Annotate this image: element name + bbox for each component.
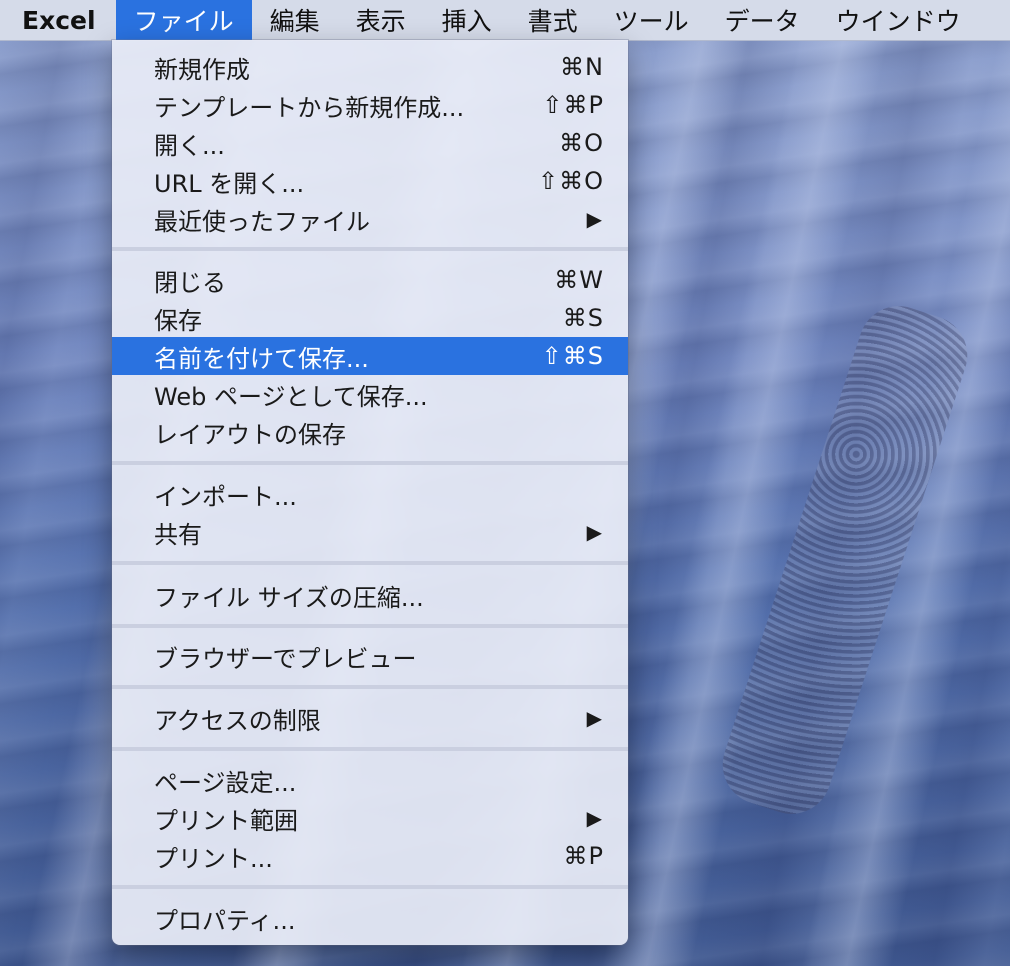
menu-item-save-layout[interactable]: レイアウトの保存	[112, 413, 628, 451]
shortcut-label: ⌘S	[562, 304, 604, 332]
menubar-file[interactable]: ファイル	[115, 0, 252, 40]
menu-item-restrict-access[interactable]: アクセスの制限 ▶	[112, 699, 628, 737]
menu-item-new[interactable]: 新規作成 ⌘N	[112, 48, 628, 86]
menu-bar: Excel ファイル 編集 表示 挿入 書式 ツール データ ウインドウ	[0, 0, 1010, 41]
shortcut-label: ⌘N	[560, 53, 604, 81]
menu-item-label: 新規作成	[154, 55, 250, 84]
menu-separator	[112, 247, 628, 251]
menu-item-label: インポート...	[154, 482, 297, 511]
menu-item-label: アクセスの制限	[154, 706, 321, 735]
shortcut-label: ⌘W	[554, 266, 604, 294]
menu-item-label: 開く...	[154, 131, 225, 160]
menu-item-label: 最近使ったファイル	[154, 207, 370, 236]
menu-item-label: 共有	[154, 520, 202, 549]
shortcut-label: ⇧⌘P	[542, 91, 604, 119]
menu-item-label: レイアウトの保存	[154, 420, 346, 449]
menubar-window[interactable]: ウインドウ	[818, 0, 979, 40]
menu-item-open[interactable]: 開く... ⌘O	[112, 124, 628, 162]
submenu-arrow-icon: ▶	[586, 520, 602, 544]
menubar-app-excel[interactable]: Excel	[0, 0, 116, 40]
menu-item-label: URL を開く...	[154, 169, 305, 198]
menu-item-label: プリント...	[154, 844, 273, 873]
menu-item-close[interactable]: 閉じる ⌘W	[112, 261, 628, 299]
menu-item-label: Web ページとして保存...	[154, 382, 428, 411]
menu-separator	[112, 561, 628, 565]
file-menu-dropdown: 新規作成 ⌘N テンプレートから新規作成... ⇧⌘P 開く... ⌘O URL…	[112, 40, 628, 945]
shortcut-label: ⇧⌘S	[541, 342, 604, 370]
shortcut-label: ⌘P	[563, 842, 604, 870]
menu-separator	[112, 624, 628, 628]
menu-item-label: 名前を付けて保存...	[154, 344, 369, 373]
menu-item-open-url[interactable]: URL を開く... ⇧⌘O	[112, 162, 628, 200]
submenu-arrow-icon: ▶	[586, 207, 602, 231]
menubar-data[interactable]: データ	[707, 0, 818, 40]
menu-item-label: 閉じる	[154, 268, 226, 297]
shortcut-label: ⌘O	[559, 129, 604, 157]
menu-item-recent-files[interactable]: 最近使ったファイル ▶	[112, 200, 628, 238]
menu-item-new-from-template[interactable]: テンプレートから新規作成... ⇧⌘P	[112, 86, 628, 124]
menubar-view[interactable]: 表示	[338, 0, 424, 40]
menu-item-preview-in-browser[interactable]: ブラウザーでプレビュー	[112, 637, 628, 675]
menu-item-label: テンプレートから新規作成...	[154, 93, 465, 122]
menu-item-compress-file-size[interactable]: ファイル サイズの圧縮...	[112, 576, 628, 614]
menu-item-label: ページ設定...	[154, 768, 297, 797]
menu-item-label: ファイル サイズの圧縮...	[154, 583, 424, 612]
menu-item-label: プロパティ...	[154, 906, 296, 935]
menu-item-label: プリント範囲	[154, 806, 298, 835]
menu-item-print-area[interactable]: プリント範囲 ▶	[112, 799, 628, 837]
menu-item-save[interactable]: 保存 ⌘S	[112, 299, 628, 337]
menu-separator	[112, 747, 628, 751]
menubar-insert[interactable]: 挿入	[424, 0, 510, 40]
submenu-arrow-icon: ▶	[586, 706, 602, 730]
menubar-format[interactable]: 書式	[510, 0, 596, 40]
submenu-arrow-icon: ▶	[586, 806, 602, 830]
menu-item-label: ブラウザーでプレビュー	[154, 644, 417, 673]
menu-item-label: 保存	[154, 306, 202, 335]
menubar-tools[interactable]: ツール	[596, 0, 707, 40]
menu-item-print[interactable]: プリント... ⌘P	[112, 837, 628, 875]
menu-separator	[112, 885, 628, 889]
menu-item-save-as[interactable]: 名前を付けて保存... ⇧⌘S	[112, 337, 628, 375]
menu-item-import[interactable]: インポート...	[112, 475, 628, 513]
menu-separator	[112, 685, 628, 689]
menu-separator	[112, 461, 628, 465]
menubar-edit[interactable]: 編集	[252, 0, 338, 40]
menu-item-save-as-web-page[interactable]: Web ページとして保存...	[112, 375, 628, 413]
shortcut-label: ⇧⌘O	[538, 167, 604, 195]
menu-item-share[interactable]: 共有 ▶	[112, 513, 628, 551]
menu-item-page-setup[interactable]: ページ設定...	[112, 761, 628, 799]
menu-item-properties[interactable]: プロパティ...	[112, 899, 628, 937]
